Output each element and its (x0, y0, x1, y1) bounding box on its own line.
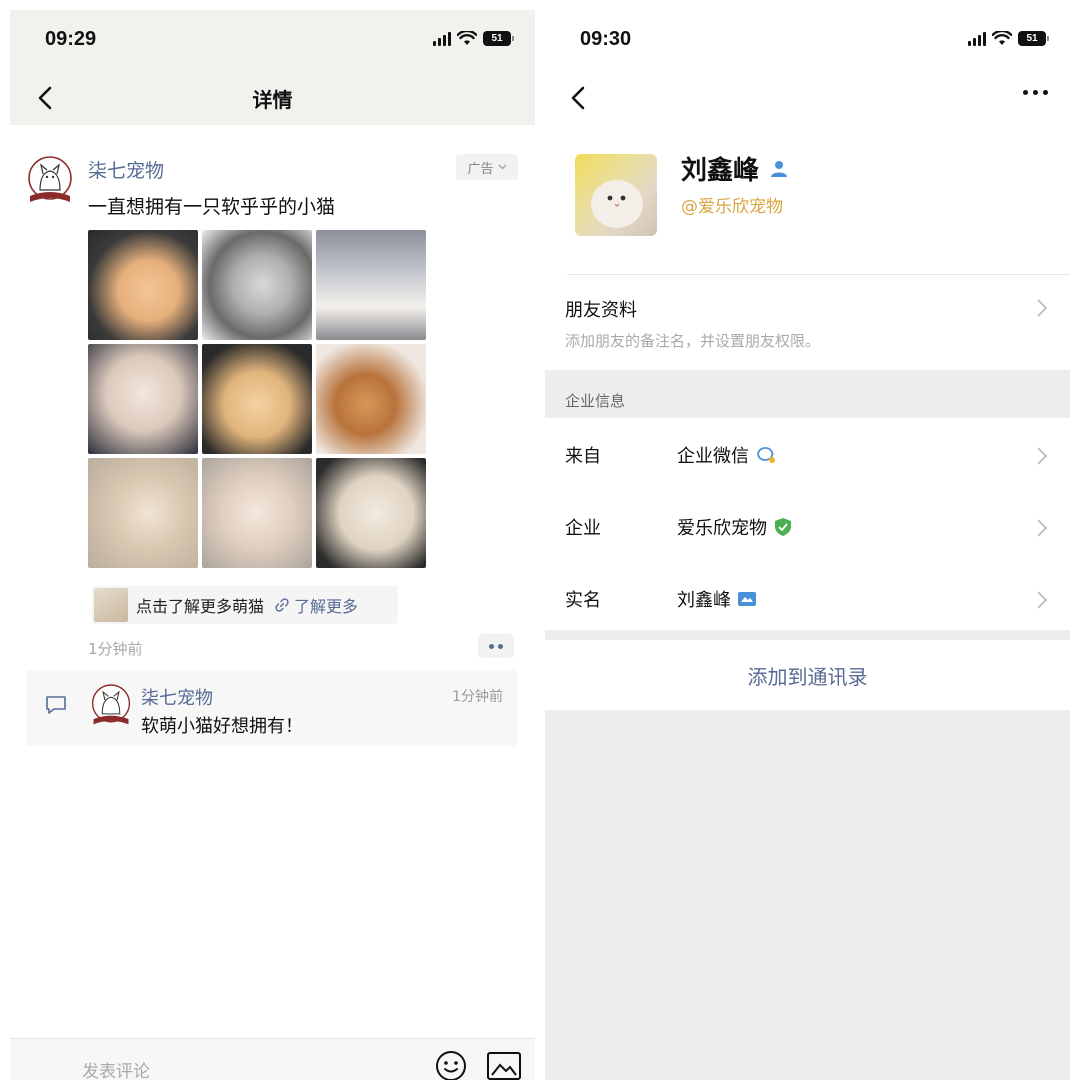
back-icon[interactable] (561, 80, 597, 116)
divider (567, 274, 1070, 275)
id-card-icon (738, 592, 756, 606)
chevron-down-icon (498, 164, 506, 170)
photo-cat-2[interactable] (202, 230, 312, 340)
post-text: 一直想拥有一只软乎乎的小猫 (88, 196, 336, 218)
nav-bar: 详情 (10, 72, 535, 124)
comment-input[interactable]: 发表评论 (82, 1057, 150, 1080)
learn-more-text: 点击了解更多萌猫 (136, 597, 265, 616)
person-icon (771, 160, 788, 177)
battery-icon: 51 (483, 31, 514, 46)
status-bar: 09:30 51 (545, 10, 1070, 70)
chevron-right-icon (1037, 519, 1048, 537)
chevron-right-icon (1037, 591, 1048, 609)
status-icons: 51 (433, 31, 514, 46)
photo-cat-5[interactable] (202, 344, 312, 454)
status-time: 09:30 (580, 28, 632, 50)
post-more-button[interactable] (478, 634, 514, 658)
real-name-value[interactable]: 刘鑫峰 (677, 586, 757, 612)
top-bar: 09:29 51 详情 (10, 10, 535, 125)
post-time: 1分钟前 (88, 640, 143, 658)
comment-time: 1分钟前 (452, 689, 503, 705)
chevron-right-icon (1037, 299, 1048, 317)
photo-cat-9[interactable] (316, 458, 426, 568)
learn-more-card[interactable]: 点击了解更多萌猫 了解更多 (92, 586, 398, 624)
commenter-avatar[interactable] (90, 684, 132, 728)
from-value-text: 企业微信 (677, 446, 749, 467)
contact-profile-screen: 09:30 51 刘鑫峰 @爱乐欣宠物 朋友资料 添加朋友的备注名，并设置朋友权… (545, 10, 1070, 1080)
status-bar: 09:29 51 (10, 10, 535, 70)
learn-more-link-label: 了解更多 (294, 597, 359, 616)
enterprise-section-title: 企业信息 (565, 392, 626, 410)
comment-icon (46, 696, 66, 714)
friend-info-row[interactable]: 朋友资料 添加朋友的备注名，并设置朋友权限。 (545, 276, 1070, 368)
real-name-value-text: 刘鑫峰 (677, 590, 731, 611)
friend-info-title: 朋友资料 (565, 300, 637, 321)
verified-shield-icon (775, 518, 791, 536)
photo-cat-4[interactable] (88, 344, 198, 454)
from-value[interactable]: 企业微信 (677, 442, 777, 468)
signal-icon (433, 31, 451, 46)
signal-icon (968, 31, 986, 46)
page-title: 详情 (252, 88, 293, 112)
moments-detail-screen: 09:29 51 详情 柒七宠物 广告 一直想拥有一只软乎乎的小猫 点击了解更多… (10, 10, 535, 1080)
from-label: 来自 (565, 446, 601, 467)
poster-name[interactable]: 柒七宠物 (88, 156, 164, 183)
comment-section: 柒七宠物 1分钟前 软萌小猫好想拥有！ (26, 670, 517, 746)
real-name-label: 实名 (565, 590, 601, 611)
emoji-icon[interactable] (434, 1049, 468, 1080)
comment-text: 软萌小猫好想拥有！ (141, 716, 303, 737)
profile-avatar[interactable] (575, 154, 657, 236)
image-icon[interactable] (486, 1051, 522, 1080)
status-icons: 51 (968, 31, 1049, 46)
comment-input-bar: 发表评论 (10, 1038, 535, 1080)
commenter-name[interactable]: 柒七宠物 (141, 684, 213, 710)
learn-more-thumbnail (94, 588, 128, 622)
photo-cat-3[interactable] (316, 230, 426, 340)
ad-label: 广告 (467, 161, 494, 177)
more-options-icon[interactable] (1023, 90, 1048, 95)
chevron-right-icon (1037, 447, 1048, 465)
add-to-contacts-button[interactable]: 添加到通讯录 (545, 640, 1070, 710)
photo-cat-6[interactable] (316, 344, 426, 454)
status-time: 09:29 (45, 28, 97, 50)
photo-cat-1[interactable] (88, 230, 198, 340)
wifi-icon (992, 31, 1012, 45)
wifi-icon (457, 31, 477, 45)
profile-name: 刘鑫峰 (681, 150, 789, 187)
profile-corp: @爱乐欣宠物 (681, 197, 783, 217)
company-label: 企业 (565, 518, 601, 539)
poster-avatar[interactable] (26, 156, 74, 206)
cat-avatar-image (591, 180, 643, 228)
company-value-text: 爱乐欣宠物 (677, 518, 767, 539)
friend-info-subtitle: 添加朋友的备注名，并设置朋友权限。 (565, 332, 821, 350)
photo-grid (88, 230, 427, 568)
profile-name-text: 刘鑫峰 (681, 156, 760, 186)
battery-icon: 51 (1018, 31, 1049, 46)
learn-more-link[interactable]: 了解更多 (274, 593, 358, 617)
link-icon (275, 598, 289, 612)
enterprise-info-list: 来自 企业微信 企业 爱乐欣宠物 实名 刘鑫峰 (545, 418, 1070, 630)
photo-cat-8[interactable] (202, 458, 312, 568)
ad-tag[interactable]: 广告 (456, 154, 518, 180)
wecom-icon (757, 447, 775, 464)
company-value[interactable]: 爱乐欣宠物 (677, 514, 793, 540)
photo-cat-7[interactable] (88, 458, 198, 568)
